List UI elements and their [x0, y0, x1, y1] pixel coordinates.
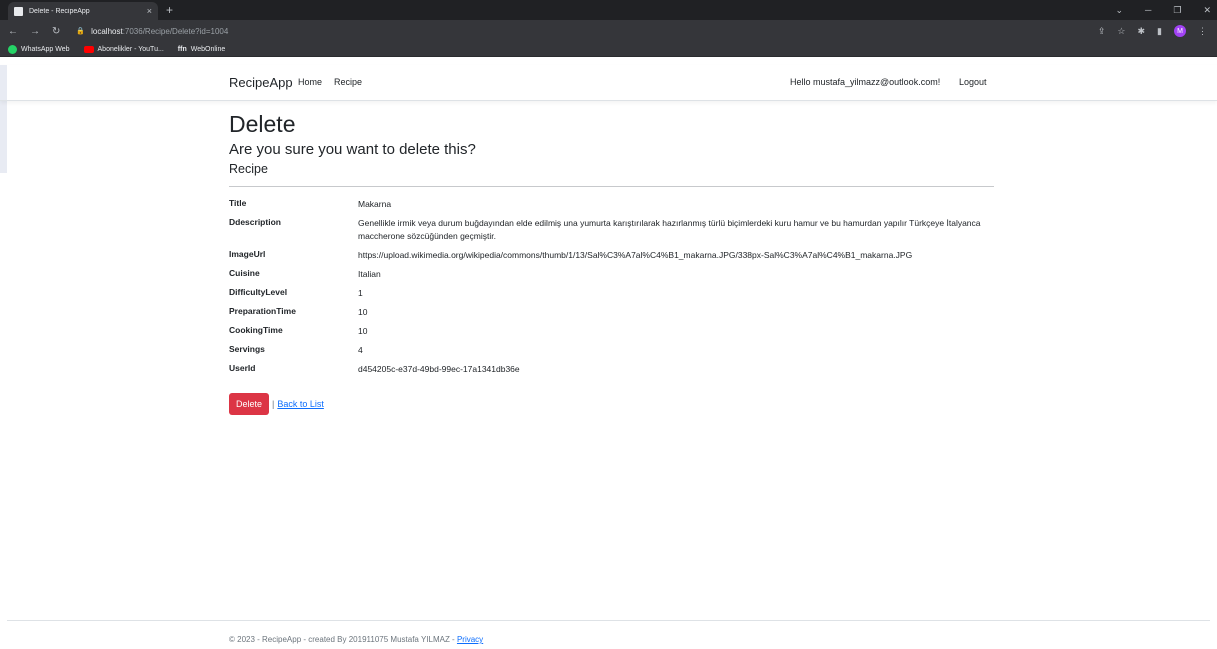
- recipe-details: Title Makarna Ddescription Genellikle ir…: [229, 195, 994, 379]
- detail-value: Genellikle irmik veya durum buğdayından …: [358, 217, 981, 241]
- url-path: :7036/Recipe/Delete?id=1004: [122, 26, 229, 36]
- confirm-message: Are you sure you want to delete this?: [229, 140, 476, 158]
- footer-text: © 2023 - RecipeApp - created By 20191107…: [229, 635, 483, 644]
- detail-row-cooking: CookingTime 10: [229, 322, 994, 341]
- main-content: Delete Are you sure you want to delete t…: [229, 111, 994, 415]
- bookmark-star-icon[interactable]: ☆: [1117, 26, 1125, 37]
- detail-value: d454205c-e37d-49bd-99ec-17a1341db36e: [358, 363, 520, 374]
- detail-row-imageurl: ImageUrl https://upload.wikimedia.org/wi…: [229, 246, 994, 265]
- page-footer: © 2023 - RecipeApp - created By 20191107…: [7, 620, 1210, 649]
- bookmark-label: WhatsApp Web: [21, 45, 70, 53]
- bookmark-label: WebOnline: [190, 45, 226, 53]
- detail-row-servings: Servings 4: [229, 341, 994, 360]
- footer-copyright: © 2023 - RecipeApp - created By 20191107…: [229, 635, 457, 644]
- whatsapp-icon: [8, 44, 17, 54]
- close-window-icon[interactable]: ✕: [1203, 5, 1211, 16]
- detail-value: Italian: [358, 268, 381, 279]
- bookmark-youtube[interactable]: Abonelikler - YouTu...: [83, 45, 164, 53]
- top-navbar: RecipeApp Home Recipe Hello mustafa_yilm…: [0, 65, 1217, 101]
- profile-avatar[interactable]: M: [1174, 25, 1186, 37]
- extensions-icon[interactable]: ✱: [1138, 26, 1146, 37]
- nav-home-link[interactable]: Home: [298, 77, 322, 87]
- detail-label: Cuisine: [229, 267, 260, 278]
- back-to-list-link[interactable]: Back to List: [277, 399, 324, 409]
- browser-toolbar-icons: ⇪ ☆ ✱ ▮ M ⋮: [1098, 20, 1207, 42]
- tab-search-icon[interactable]: ⌄: [1115, 5, 1123, 16]
- detail-value: 1: [358, 287, 363, 298]
- delete-button[interactable]: Delete: [229, 392, 270, 415]
- detail-label: Title: [229, 197, 247, 208]
- back-icon[interactable]: ←: [8, 26, 18, 37]
- detail-label: DifficultyLevel: [229, 286, 288, 297]
- detail-row-difficulty: DifficultyLevel 1: [229, 284, 994, 303]
- navbar-brand[interactable]: RecipeApp: [229, 75, 293, 90]
- detail-label: PreparationTime: [229, 305, 296, 316]
- share-icon[interactable]: ⇪: [1098, 26, 1106, 37]
- logout-button[interactable]: Logout: [959, 77, 987, 87]
- detail-label: Ddescription: [229, 216, 281, 227]
- detail-value: 10: [358, 325, 368, 336]
- menu-kebab-icon[interactable]: ⋮: [1198, 26, 1207, 37]
- browser-tab-strip: Delete - RecipeApp × + ⌄ ─ ❐ ✕: [0, 0, 1217, 20]
- form-actions: Delete | Back to List: [229, 392, 994, 415]
- privacy-link[interactable]: Privacy: [457, 635, 483, 644]
- page-title: Delete: [229, 111, 296, 137]
- model-name: Recipe: [229, 161, 268, 176]
- bookmark-whatsapp[interactable]: WhatsApp Web: [8, 44, 70, 54]
- detail-value: 4: [358, 344, 363, 355]
- bookmark-label: Abonelikler - YouTu...: [97, 45, 164, 53]
- tab-title: Delete - RecipeApp: [29, 7, 90, 15]
- browser-tab[interactable]: Delete - RecipeApp ×: [8, 2, 158, 20]
- webonline-icon: ffn: [177, 45, 187, 53]
- tab-close-icon[interactable]: ×: [147, 6, 152, 16]
- detail-row-cuisine: Cuisine Italian: [229, 265, 994, 284]
- reload-icon[interactable]: ↻: [52, 26, 60, 37]
- forward-icon[interactable]: →: [30, 26, 40, 37]
- bookmark-webonline[interactable]: ffn WebOnline: [178, 46, 225, 53]
- address-bar: ← → ↻ 🔒 localhost :7036/Recipe/Delete?id…: [0, 20, 1217, 42]
- detail-label: CookingTime: [229, 324, 283, 335]
- side-panel-icon[interactable]: ▮: [1157, 26, 1162, 37]
- omnibox[interactable]: 🔒 localhost :7036/Recipe/Delete?id=1004: [76, 27, 228, 36]
- detail-row-title: Title Makarna: [229, 195, 994, 214]
- detail-label: Servings: [229, 343, 265, 354]
- url-host: localhost: [91, 26, 123, 36]
- detail-label: UserId: [229, 362, 256, 373]
- window-controls: ⌄ ─ ❐ ✕: [1115, 0, 1211, 20]
- restore-icon[interactable]: ❐: [1173, 5, 1181, 16]
- youtube-icon: [83, 45, 94, 53]
- divider: [229, 185, 994, 187]
- nav-recipe-link[interactable]: Recipe: [334, 77, 362, 87]
- detail-row-preparation: PreparationTime 10: [229, 303, 994, 322]
- detail-value: 10: [358, 306, 368, 317]
- detail-value: https://upload.wikimedia.org/wikipedia/c…: [358, 249, 913, 260]
- page-favicon-icon: [14, 6, 23, 16]
- action-separator: |: [272, 398, 275, 409]
- detail-value: Makarna: [358, 198, 392, 209]
- detail-row-userid: UserId d454205c-e37d-49bd-99ec-17a1341db…: [229, 360, 994, 379]
- new-tab-icon[interactable]: +: [166, 3, 173, 17]
- minimize-icon[interactable]: ─: [1145, 5, 1151, 15]
- detail-row-description: Ddescription Genellikle irmik veya durum…: [229, 214, 994, 246]
- page-viewport: RecipeApp Home Recipe Hello mustafa_yilm…: [0, 65, 1217, 649]
- detail-label: ImageUrl: [229, 248, 266, 259]
- bookmarks-bar: WhatsApp Web Abonelikler - YouTu... ffn …: [0, 42, 1217, 57]
- user-greeting-link[interactable]: Hello mustafa_yilmazz@outlook.com!: [790, 77, 940, 87]
- lock-icon[interactable]: 🔒: [76, 27, 85, 35]
